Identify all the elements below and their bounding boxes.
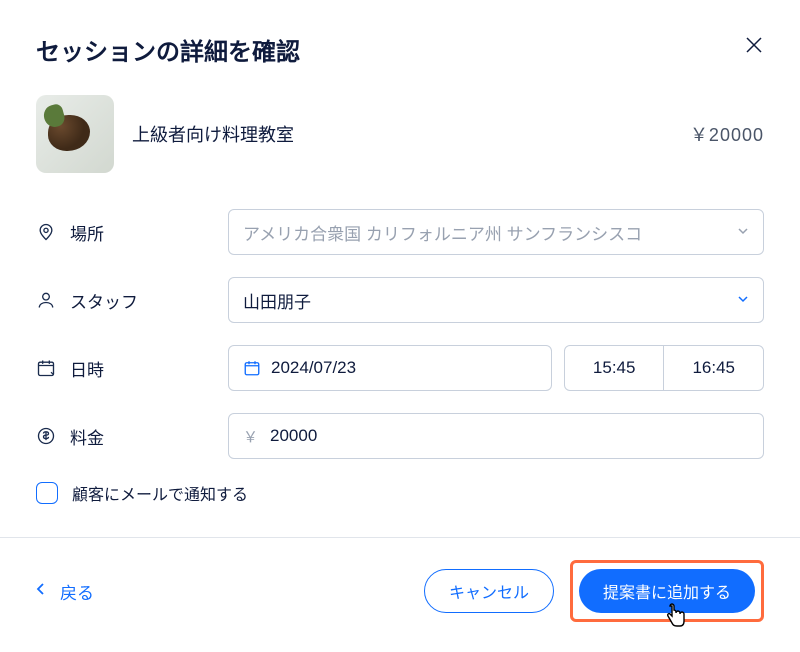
end-time-input[interactable]: 16:45 xyxy=(664,346,763,390)
person-icon xyxy=(36,290,56,310)
currency-icon xyxy=(36,426,56,446)
staff-select[interactable]: 山田朋子 xyxy=(228,277,764,323)
location-select[interactable]: アメリカ合衆国 カリフォルニア州 サンフランシスコ xyxy=(228,209,764,255)
staff-row: スタッフ 山田朋子 xyxy=(36,277,764,323)
dialog-title: セッションの詳細を確認 xyxy=(36,32,300,67)
notify-label: 顧客にメールで通知する xyxy=(72,481,248,505)
chevron-down-icon xyxy=(737,292,749,308)
price-input[interactable]: ￥ 20000 xyxy=(228,413,764,459)
currency-symbol: ￥ xyxy=(243,426,258,447)
staff-label: スタッフ xyxy=(70,288,138,313)
datetime-label: 日時 xyxy=(70,356,104,381)
price-value: 20000 xyxy=(270,426,317,446)
datetime-row: 日時 2024/07/23 15:45 16:45 xyxy=(36,345,764,391)
footer-buttons: キャンセル 提案書に追加する xyxy=(424,560,764,622)
calendar-icon xyxy=(243,359,261,377)
close-icon[interactable] xyxy=(744,32,764,60)
dialog-footer: 戻る キャンセル 提案書に追加する xyxy=(0,537,800,652)
location-label: 場所 xyxy=(70,220,104,245)
notify-checkbox[interactable] xyxy=(36,482,58,504)
cancel-button[interactable]: キャンセル xyxy=(424,569,554,613)
product-price: ￥20000 xyxy=(690,121,764,147)
date-input[interactable]: 2024/07/23 xyxy=(228,345,552,391)
session-details-dialog: セッションの詳細を確認 上級者向け料理教室 ￥20000 場所 アメリカ合衆国 … xyxy=(0,0,800,505)
product-thumbnail xyxy=(36,95,114,173)
submit-highlight: 提案書に追加する xyxy=(570,560,764,622)
price-row: 料金 ￥ 20000 xyxy=(36,413,764,459)
location-value: アメリカ合衆国 カリフォルニア州 サンフランシスコ xyxy=(243,220,642,245)
dialog-header: セッションの詳細を確認 xyxy=(36,32,764,67)
chevron-down-icon xyxy=(737,224,749,240)
price-label: 料金 xyxy=(70,424,104,449)
product-name: 上級者向け料理教室 xyxy=(132,121,672,147)
chevron-left-icon xyxy=(36,581,46,601)
time-range: 15:45 16:45 xyxy=(564,345,764,391)
location-icon xyxy=(36,222,56,242)
notify-checkbox-row[interactable]: 顧客にメールで通知する xyxy=(36,481,764,505)
add-to-proposal-button[interactable]: 提案書に追加する xyxy=(579,569,755,613)
back-button[interactable]: 戻る xyxy=(36,579,94,604)
staff-value: 山田朋子 xyxy=(243,288,311,313)
location-row: 場所 アメリカ合衆国 カリフォルニア州 サンフランシスコ xyxy=(36,209,764,255)
start-time-input[interactable]: 15:45 xyxy=(565,346,664,390)
calendar-icon xyxy=(36,358,56,378)
product-summary: 上級者向け料理教室 ￥20000 xyxy=(36,95,764,173)
date-value: 2024/07/23 xyxy=(271,358,356,378)
